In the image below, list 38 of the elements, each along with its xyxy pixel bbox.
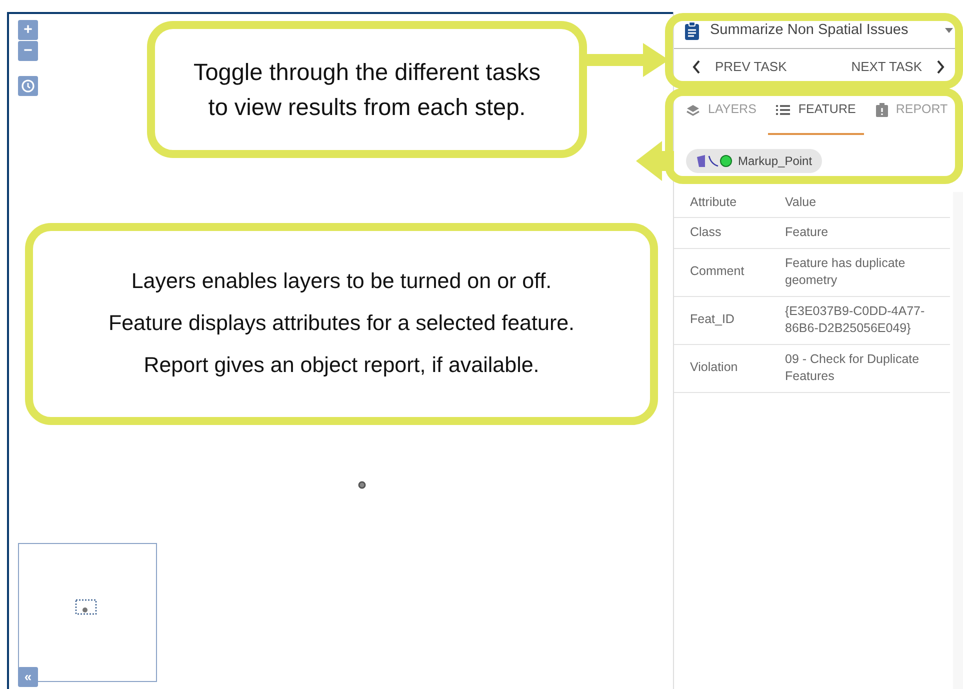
chevron-right-icon bbox=[936, 60, 945, 74]
layer-chip[interactable]: Markup_Point bbox=[686, 149, 822, 173]
tab[interactable]: FEATURE bbox=[768, 96, 864, 135]
table-cell: Feature has duplicate geometry bbox=[769, 248, 950, 296]
collapse-button[interactable]: « bbox=[18, 667, 38, 687]
column-header: Value bbox=[769, 188, 950, 218]
table-cell: Feat_ID bbox=[674, 296, 769, 344]
table-cell: Class bbox=[674, 218, 769, 248]
chevron-left-icon bbox=[692, 60, 701, 74]
caret-icon bbox=[945, 28, 953, 34]
table-cell: Violation bbox=[674, 344, 769, 392]
report-icon bbox=[876, 102, 888, 117]
next-task-button[interactable]: NEXT TASK bbox=[843, 56, 953, 76]
callout-text: to view results from each step. bbox=[208, 92, 526, 122]
table-cell: 09 - Check for Duplicate Features bbox=[769, 344, 950, 392]
table-cell: {E3E037B9-C0DD-4A77-86B6-D2B25056E049} bbox=[769, 296, 950, 344]
geometry-icon bbox=[696, 154, 732, 168]
callout-text: Toggle through the different tasks bbox=[193, 58, 541, 88]
extent-icon bbox=[75, 599, 97, 615]
callout-text: Feature displays attributes for a selected feature. bbox=[108, 310, 575, 338]
layers-icon bbox=[686, 104, 700, 116]
prev-task-button[interactable]: PREV TASK bbox=[684, 56, 795, 76]
clipboard-icon bbox=[684, 22, 700, 40]
task-selector[interactable]: Summarize Non Spatial Issues bbox=[674, 12, 963, 49]
map-point-icon bbox=[358, 481, 366, 489]
clock-icon bbox=[21, 79, 35, 94]
tab[interactable]: LAYERS bbox=[678, 96, 764, 135]
table-cell: Feature bbox=[769, 218, 950, 248]
tab[interactable]: REPORT bbox=[868, 96, 956, 135]
column-header: Attribute bbox=[674, 188, 769, 218]
list-icon bbox=[776, 104, 790, 116]
history-button[interactable] bbox=[18, 76, 38, 96]
callout-text: Layers enables layers to be turned on or off. bbox=[131, 268, 552, 296]
callout-text: Report gives an object report, if available. bbox=[144, 352, 540, 379]
zoom-out-button[interactable]: − bbox=[18, 41, 38, 61]
arrow-icon bbox=[634, 139, 674, 183]
table-cell: Comment bbox=[674, 248, 769, 296]
zoom-in-button[interactable]: + bbox=[18, 20, 38, 40]
